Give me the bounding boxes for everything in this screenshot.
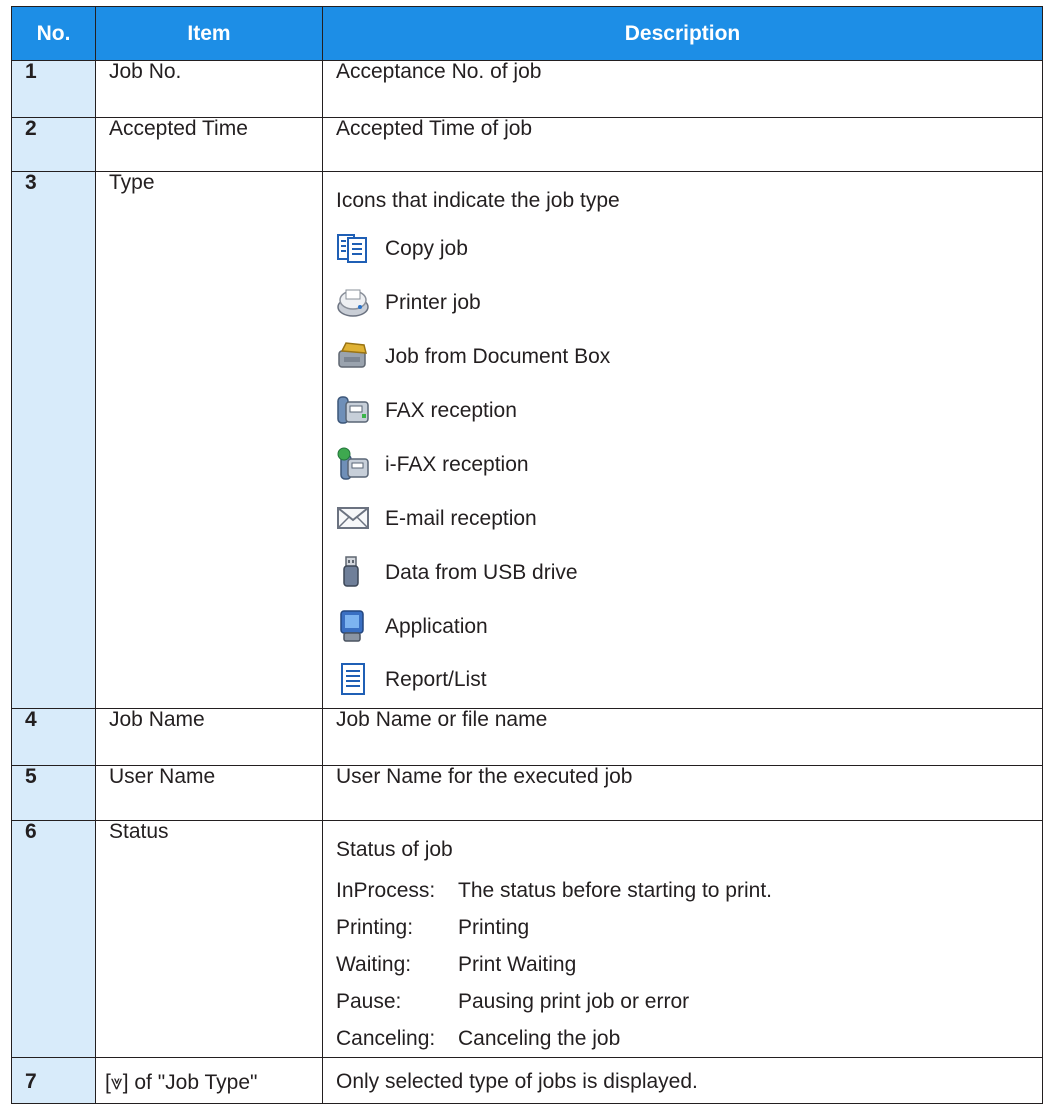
row-number: 1 bbox=[11, 60, 96, 118]
row-item: Status bbox=[95, 820, 323, 1058]
row-description-type: Icons that indicate the job type Copy jo… bbox=[322, 171, 1043, 709]
type-label: Job from Document Box bbox=[385, 344, 611, 368]
table-row: 2 Accepted Time Accepted Time of job bbox=[11, 117, 1043, 172]
list-item: Job from Document Box bbox=[336, 329, 1042, 383]
status-label: Canceling: bbox=[336, 1027, 436, 1050]
ifax-reception-icon bbox=[337, 447, 369, 480]
status-text: The status before starting to print. bbox=[458, 879, 772, 902]
type-intro: Icons that indicate the job type bbox=[336, 189, 620, 212]
row-item: Job Name bbox=[95, 708, 323, 766]
list-item: Data from USB drive bbox=[336, 545, 1042, 599]
type-label: Report/List bbox=[385, 667, 487, 691]
job-status-table: No. Item Description 1 Job No. Acceptanc… bbox=[11, 6, 1043, 1104]
list-item: Copy job bbox=[336, 221, 1042, 275]
report-list-icon bbox=[341, 663, 365, 695]
row-item: Type bbox=[95, 171, 323, 709]
list-item: InProcess: The status before starting to… bbox=[336, 872, 1042, 909]
table-row: 3 Type Icons that indicate the job type bbox=[11, 171, 1043, 709]
list-item: Pause: Pausing print job or error bbox=[336, 983, 1042, 1020]
printer-job-icon bbox=[337, 289, 369, 317]
row-number: 2 bbox=[11, 117, 96, 172]
list-item: Printing: Printing bbox=[336, 909, 1042, 946]
list-item: Waiting: Print Waiting bbox=[336, 946, 1042, 983]
list-item: E-mail reception bbox=[336, 491, 1042, 545]
row-item: User Name bbox=[95, 765, 323, 821]
row-description: User Name for the executed job bbox=[322, 765, 1043, 821]
type-label: E-mail reception bbox=[385, 506, 537, 530]
header-no: No. bbox=[11, 6, 96, 61]
table-row: 1 Job No. Acceptance No. of job bbox=[11, 60, 1043, 118]
list-item: Report/List bbox=[336, 653, 1042, 705]
list-item: FAX reception bbox=[336, 383, 1042, 437]
list-item: i-FAX reception bbox=[336, 437, 1042, 491]
status-label: Pause: bbox=[336, 990, 402, 1013]
table-row: 4 Job Name Job Name or file name bbox=[11, 708, 1043, 766]
list-item: Printer job bbox=[336, 275, 1042, 329]
table-row: 6 Status Status of job InProcess: The st… bbox=[11, 820, 1043, 1058]
table-header-row: No. Item Description bbox=[11, 6, 1043, 61]
row-description: Job Name or file name bbox=[322, 708, 1043, 766]
status-text: Print Waiting bbox=[458, 953, 577, 976]
status-intro: Status of job bbox=[336, 838, 453, 861]
chevron-down-icon: ⩔ bbox=[110, 1070, 123, 1094]
row-number: 6 bbox=[11, 820, 96, 1058]
row-item: [⩔] of "Job Type" bbox=[95, 1057, 323, 1104]
header-description: Description bbox=[322, 6, 1043, 61]
status-text: Printing bbox=[458, 916, 530, 939]
email-reception-icon bbox=[337, 507, 369, 529]
row-item: Job No. bbox=[95, 60, 323, 118]
copy-job-icon bbox=[337, 234, 367, 263]
table-row: 7 [⩔] of "Job Type" Only selected type o… bbox=[11, 1057, 1043, 1104]
header-item: Item bbox=[95, 6, 323, 61]
type-label: Printer job bbox=[385, 290, 481, 314]
list-item: Canceling: Canceling the job bbox=[336, 1020, 1042, 1057]
status-list: InProcess: The status before starting to… bbox=[336, 872, 1042, 1057]
row-description-status: Status of job InProcess: The status befo… bbox=[322, 820, 1043, 1058]
row-number: 4 bbox=[11, 708, 96, 766]
job-type-icon-list: Copy job Printer job Job from Document B… bbox=[336, 221, 1042, 705]
row-number: 7 bbox=[11, 1057, 96, 1104]
usb-drive-icon bbox=[343, 556, 359, 587]
fax-reception-icon bbox=[337, 396, 369, 424]
status-text: Pausing print job or error bbox=[458, 990, 690, 1013]
row-description: Accepted Time of job bbox=[322, 117, 1043, 172]
status-label: Waiting: bbox=[336, 953, 412, 976]
row-number: 3 bbox=[11, 171, 96, 709]
job-type-caption: ] of "Job Type" bbox=[122, 1071, 258, 1094]
row-description: Acceptance No. of job bbox=[322, 60, 1043, 118]
document-box-icon bbox=[338, 342, 367, 368]
type-label: FAX reception bbox=[385, 398, 517, 422]
list-item: Application bbox=[336, 599, 1042, 653]
table-row: 5 User Name User Name for the executed j… bbox=[11, 765, 1043, 821]
status-label: InProcess: bbox=[336, 879, 436, 902]
status-label: Printing: bbox=[336, 916, 414, 939]
status-text: Canceling the job bbox=[458, 1027, 621, 1050]
type-label: Data from USB drive bbox=[385, 560, 578, 584]
type-label: Copy job bbox=[385, 236, 468, 260]
row-description: Only selected type of jobs is displayed. bbox=[322, 1057, 1043, 1104]
row-number: 5 bbox=[11, 765, 96, 821]
type-label: i-FAX reception bbox=[385, 452, 529, 476]
application-icon bbox=[340, 610, 364, 642]
type-label: Application bbox=[385, 614, 488, 638]
row-item: Accepted Time bbox=[95, 117, 323, 172]
